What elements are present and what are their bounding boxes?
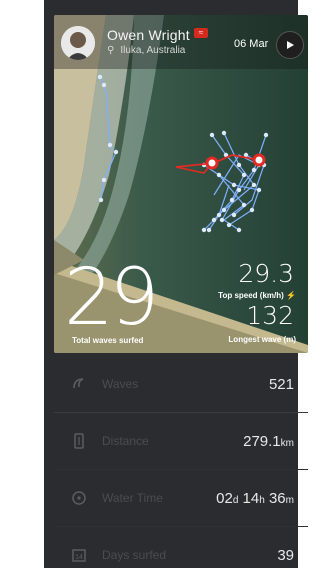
svg-text:14: 14	[75, 554, 83, 561]
top-speed-value: 29.3	[238, 259, 294, 288]
session-date: 06 Mar	[234, 38, 269, 50]
days-unit: d	[232, 494, 239, 506]
days-value: 02	[216, 489, 233, 507]
play-icon	[287, 41, 294, 49]
surfer-avatar-icon[interactable]	[61, 26, 95, 60]
total-waves-count: 29	[64, 253, 159, 343]
stat-label: Days surfed	[102, 548, 167, 562]
location-text: Iluka, Australia	[120, 45, 186, 56]
stat-value: 02d 14h 36m	[216, 490, 294, 507]
top-speed-label: Top speed (km/h) ⚡	[218, 291, 296, 300]
location-label: ⚲ Iluka, Australia	[107, 45, 185, 56]
stat-label: Water Time	[102, 491, 163, 505]
clock-icon	[70, 489, 88, 507]
stat-value: 521	[268, 375, 294, 393]
distance-unit: km	[280, 437, 294, 449]
location-pin-icon: ⚲	[107, 45, 115, 56]
session-stats-list: Waves 521 Distance 279.1km Water Time 02…	[54, 356, 308, 583]
stat-row-days-surfed[interactable]: 14 Days surfed 39	[54, 527, 308, 583]
play-button[interactable]	[276, 31, 304, 59]
stat-row-water-time[interactable]: Water Time 02d 14h 36m	[54, 470, 308, 526]
stat-value: 39	[277, 546, 294, 564]
total-waves-label: Total waves surfed	[72, 336, 144, 345]
distance-value: 279.1	[243, 432, 281, 450]
minutes-value: 36	[268, 489, 286, 507]
stat-value: 279.1km	[243, 433, 294, 450]
lightning-icon: ⚡	[286, 291, 296, 300]
stat-label: Distance	[102, 434, 149, 448]
wave-icon	[70, 375, 88, 393]
longest-wave-value: 132	[246, 301, 294, 330]
top-speed-label-text: Top speed (km/h)	[218, 291, 284, 300]
distance-icon	[70, 432, 88, 450]
hours-value: 14	[242, 489, 260, 507]
stat-row-distance[interactable]: Distance 279.1km	[54, 413, 308, 469]
longest-wave-label: Longest wave (m)	[228, 335, 296, 344]
calendar-icon: 14	[70, 546, 88, 564]
stat-label: Waves	[102, 377, 139, 391]
surf-session-map[interactable]: Owen Wright ≈ ⚲ Iluka, Australia 06 Mar 2…	[54, 15, 308, 353]
stat-row-waves[interactable]: Waves 521	[54, 356, 308, 412]
surfer-name[interactable]: Owen Wright	[107, 27, 190, 43]
hours-unit: h	[259, 494, 265, 506]
minutes-unit: m	[285, 494, 294, 506]
red-wave-badge-icon: ≈	[194, 28, 208, 38]
